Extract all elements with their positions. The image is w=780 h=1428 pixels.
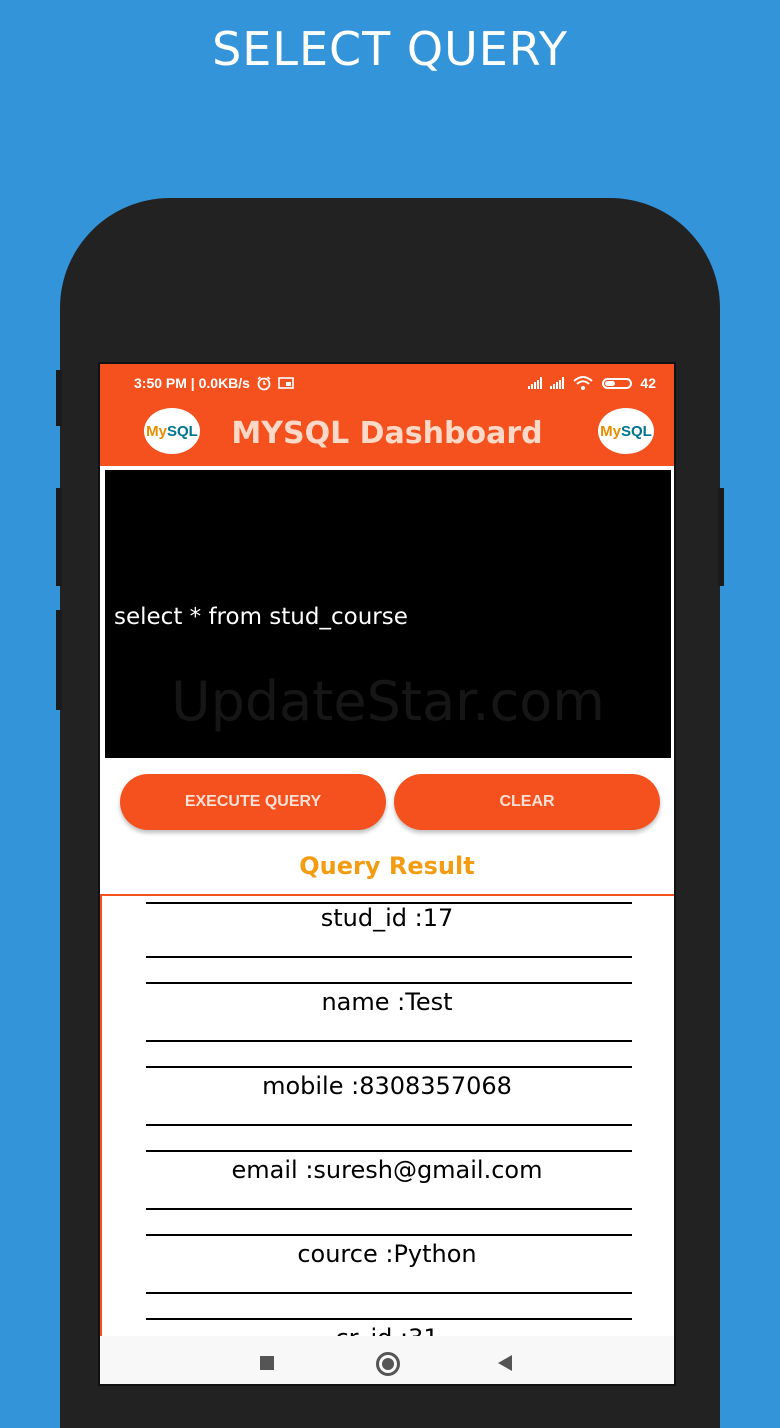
phone-side-button xyxy=(56,610,62,710)
result-row: stud_id :17 xyxy=(320,904,454,932)
battery-level: 42 xyxy=(640,375,656,391)
back-icon[interactable] xyxy=(498,1355,512,1371)
result-row: name :Test xyxy=(321,988,453,1016)
result-row: cr_id :31 xyxy=(100,1324,674,1336)
banner-title: SELECT QUERY xyxy=(212,22,568,76)
separator-rule xyxy=(146,1040,632,1042)
phone-side-button xyxy=(718,488,724,586)
screencast-icon xyxy=(278,377,294,389)
phone-side-button xyxy=(56,488,62,586)
alarm-icon xyxy=(257,376,271,391)
separator-rule xyxy=(146,956,632,958)
separator-rule xyxy=(146,1124,632,1126)
result-row: email :suresh@gmail.com xyxy=(231,1156,543,1184)
signal-icon xyxy=(528,377,543,389)
result-row: mobile :8308357068 xyxy=(262,1072,512,1100)
logo-text-sql: SQL xyxy=(621,422,652,440)
separator-rule xyxy=(146,1150,632,1152)
query-text[interactable]: select * from stud_course xyxy=(114,604,408,630)
navigation-bar xyxy=(100,1336,674,1384)
battery-icon xyxy=(602,377,633,389)
separator-rule xyxy=(146,1318,632,1320)
phone-side-button xyxy=(56,370,62,426)
clear-button[interactable]: CLEAR xyxy=(394,774,660,830)
home-icon[interactable] xyxy=(376,1352,400,1376)
separator-rule xyxy=(146,1292,632,1294)
query-editor[interactable]: select * from stud_course UpdateStar.com xyxy=(105,470,671,758)
separator-rule xyxy=(146,1234,632,1236)
logo-text-my: My xyxy=(600,422,621,440)
recents-icon[interactable] xyxy=(260,1356,274,1370)
result-row: cource :Python xyxy=(297,1240,477,1268)
mysql-logo-icon: My SQL xyxy=(598,408,654,454)
separator-rule xyxy=(146,982,632,984)
status-time: 3:50 PM | 0.0KB/s xyxy=(134,375,250,391)
phone-screen: 3:50 PM | 0.0KB/s 42 My SQL MYSQL Dashbo… xyxy=(98,362,676,1386)
status-bar: 3:50 PM | 0.0KB/s 42 xyxy=(100,364,674,402)
query-result-title: Query Result xyxy=(299,852,475,880)
watermark: UpdateStar.com xyxy=(171,670,605,733)
execute-query-button[interactable]: EXECUTE QUERY xyxy=(120,774,386,830)
result-list[interactable]: stud_id :17 name :Test mobile :830835706… xyxy=(100,896,674,1336)
separator-rule xyxy=(146,1208,632,1210)
app-title: MYSQL Dashboard xyxy=(231,416,543,451)
app-bar: My SQL MYSQL Dashboard My SQL xyxy=(100,402,674,466)
signal-icon xyxy=(550,377,565,389)
separator-rule xyxy=(146,1066,632,1068)
wifi-icon xyxy=(573,376,594,390)
